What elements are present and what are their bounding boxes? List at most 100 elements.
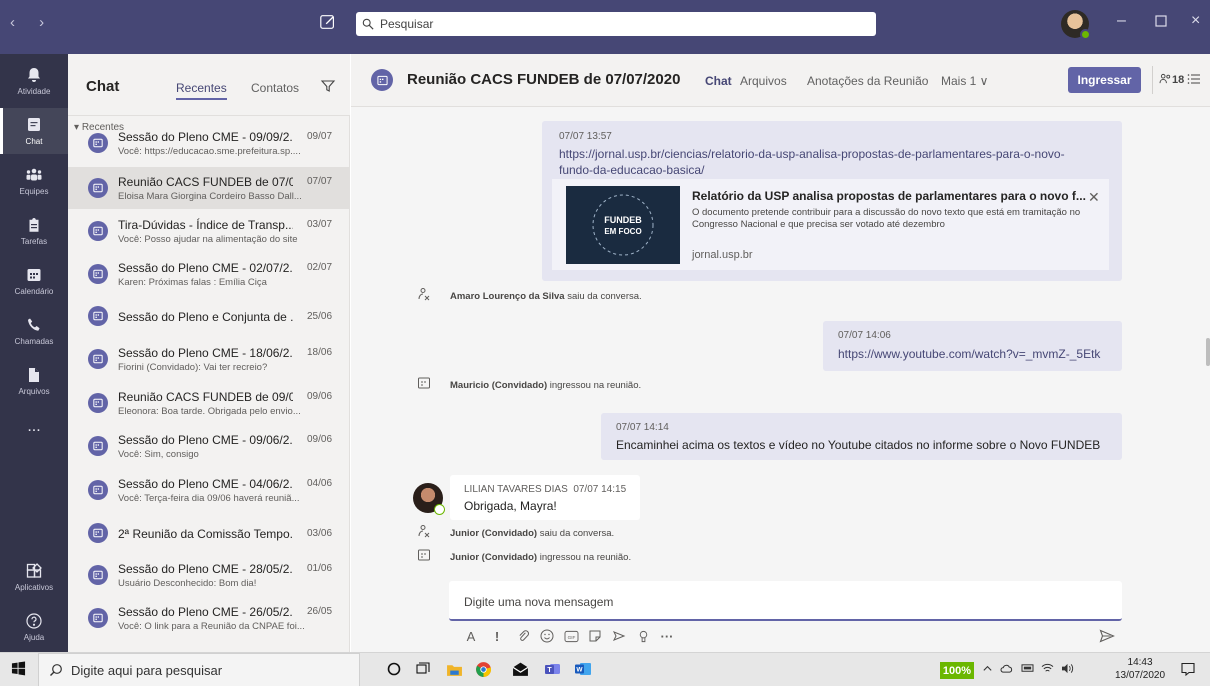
meeting-chat-icon xyxy=(88,436,108,456)
windows-taskbar: Digite aqui para pesquisar T W 100% 14:4… xyxy=(0,652,1210,686)
chat-list-item[interactable]: 2ª Reunião da Comissão Tempo... 03/06 xyxy=(68,512,350,554)
windows-start-icon[interactable] xyxy=(11,661,29,679)
card-image-text-1: FUNDEB xyxy=(604,215,642,225)
tab-meeting-notes[interactable]: Anotações da Reunião xyxy=(807,74,928,88)
message-bubble[interactable]: LILIAN TAVARES DIAS 07/07 14:15 Obrigada… xyxy=(450,475,640,520)
filter-icon[interactable] xyxy=(320,78,336,94)
system-tray-icons[interactable] xyxy=(982,663,1074,677)
rail-item-activity[interactable]: Atividade xyxy=(0,58,68,104)
taskbar-search-input[interactable]: Digite aqui para pesquisar xyxy=(38,653,360,686)
meeting-chat-icon xyxy=(88,133,108,153)
meet-now-icon[interactable] xyxy=(611,628,627,644)
chat-list-item[interactable]: Sessão do Pleno CME - 04/06/2... 04/06 Voc… xyxy=(68,469,350,511)
header-divider xyxy=(1152,66,1153,94)
praise-icon[interactable] xyxy=(635,628,651,644)
conversation-header: Reunião CACS FUNDEB de 07/07/2020 Chat A… xyxy=(351,54,1210,107)
chat-item-name: Sessão do Pleno CME - 18/06/2... xyxy=(118,346,293,360)
tab-recent[interactable]: Recentes xyxy=(176,81,227,100)
tab-files[interactable]: Arquivos xyxy=(740,74,787,88)
compose-icon[interactable] xyxy=(319,13,339,33)
attach-icon[interactable] xyxy=(515,628,531,644)
close-preview-icon[interactable]: ✕ xyxy=(1088,189,1100,206)
teams-taskbar-icon[interactable]: T xyxy=(544,661,562,679)
word-icon[interactable]: W xyxy=(574,661,592,679)
back-forward-icon[interactable]: ‹ › xyxy=(10,14,54,31)
message-link-cont[interactable]: fundo-da-educacao-basica/ xyxy=(559,163,704,177)
maximize-icon[interactable] xyxy=(1155,14,1167,32)
rail-label: Aplicativos xyxy=(14,583,54,592)
rail-item-calendar[interactable]: Calendário xyxy=(0,258,68,304)
join-button[interactable]: Ingressar xyxy=(1068,67,1141,93)
rail-item-teams[interactable]: Equipes xyxy=(0,158,68,204)
rail-more-icon[interactable]: ... xyxy=(0,404,68,450)
task-view-icon[interactable] xyxy=(415,661,433,679)
system-clock[interactable]: 14:43 13/07/2020 xyxy=(1115,656,1165,682)
svg-text:T: T xyxy=(547,667,552,674)
chat-item-date: 02/07 xyxy=(307,262,333,273)
chat-list-item[interactable]: Sessão do Pleno CME - 26/05/2... 26/05 Voc… xyxy=(68,597,350,639)
event-user: Junior (Convidado) xyxy=(450,528,538,539)
close-icon[interactable]: × xyxy=(1191,12,1200,30)
link-preview-card[interactable]: FUNDEB EM FOCO Relatório da USP analisa … xyxy=(552,179,1109,270)
message-input[interactable]: Digite uma nova mensagem xyxy=(449,581,1122,621)
search-input[interactable]: Pesquisar xyxy=(356,12,876,36)
profile-avatar[interactable] xyxy=(1061,10,1091,40)
help-icon xyxy=(26,613,42,629)
svg-text:W: W xyxy=(576,667,583,674)
participants-count: 18 xyxy=(1172,74,1185,86)
chat-list-item[interactable]: Sessão do Pleno CME - 09/09/2... 09/07 Voc… xyxy=(68,122,350,164)
rail-item-apps[interactable]: Aplicativos xyxy=(0,554,68,600)
tab-contacts[interactable]: Contatos xyxy=(251,81,299,95)
message-link[interactable]: https://www.youtube.com/watch?v=_mvmZ-_5… xyxy=(838,347,1100,361)
status-available-icon xyxy=(1080,29,1091,40)
tab-chat[interactable]: Chat xyxy=(705,74,732,88)
message-bubble[interactable]: 07/07 13:57 https://jornal.usp.br/cienci… xyxy=(542,121,1122,281)
chat-item-date: 09/06 xyxy=(307,391,333,402)
conversation-title: Reunião CACS FUNDEB de 07/07/2020 xyxy=(407,71,681,88)
chat-list-item[interactable]: Sessão do Pleno CME - 02/07/2... 02/07 Kar… xyxy=(68,253,350,295)
rail-item-files[interactable]: Arquivos xyxy=(0,358,68,404)
rail-label: Calendário xyxy=(14,287,54,296)
link-preview-title[interactable]: Relatório da USP analisa propostas de pa… xyxy=(692,189,1086,203)
message-timestamp: 07/07 14:06 xyxy=(838,330,891,341)
rail-item-tasks[interactable]: Tarefas xyxy=(0,208,68,254)
chat-list-item[interactable]: Sessão do Pleno CME - 09/06/2... 09/06 Voc… xyxy=(68,425,350,467)
message-input-placeholder: Digite uma nova mensagem xyxy=(464,595,614,609)
chrome-icon[interactable] xyxy=(475,661,493,679)
message-link[interactable]: https://jornal.usp.br/ciencias/relatorio… xyxy=(559,147,1065,161)
participants-button[interactable]: 18 xyxy=(1159,73,1184,86)
chat-list-item[interactable]: Sessão do Pleno CME - 28/05/2... 01/06 Usu… xyxy=(68,554,350,596)
file-explorer-icon[interactable] xyxy=(446,661,464,679)
chat-list-item[interactable]: Sessão do Pleno CME - 18/06/2... 18/06 Fio… xyxy=(68,338,350,380)
tab-more[interactable]: Mais 1 ∨ xyxy=(941,74,988,88)
send-icon[interactable] xyxy=(1099,628,1115,644)
message-bubble[interactable]: 07/07 14:06 https://www.youtube.com/watc… xyxy=(823,321,1122,371)
avatar[interactable] xyxy=(413,483,445,515)
chat-list-item[interactable]: Tira-Dúvidas - Índice de Transp... 03/07 V… xyxy=(68,210,350,252)
chat-item-preview: Você: Terça-feira dia 09/06 haverá reuni… xyxy=(118,493,300,504)
sticker-icon[interactable] xyxy=(587,628,603,644)
event-text: saiu da conversa. xyxy=(564,291,642,302)
rail-item-help[interactable]: Ajuda xyxy=(0,604,68,650)
message-bubble[interactable]: 07/07 14:14 Encaminhei acima os textos e… xyxy=(601,413,1122,460)
chat-list-item[interactable]: Sessão do Pleno e Conjunta de ... 25/06 xyxy=(68,295,350,337)
cortana-icon[interactable] xyxy=(386,661,404,679)
card-image-text-2: EM FOCO xyxy=(604,227,641,236)
chat-list-item[interactable]: Reunião CACS FUNDEB de 07/0... 07/07 Elois… xyxy=(68,167,350,209)
emoji-icon[interactable] xyxy=(539,628,555,644)
format-icon[interactable]: A xyxy=(463,628,479,644)
chat-list-item[interactable]: Reunião CACS FUNDEB de 09/0... 09/06 Eleon… xyxy=(68,382,350,424)
important-icon[interactable]: ! xyxy=(489,628,505,644)
rail-item-calls[interactable]: Chamadas xyxy=(0,308,68,354)
meeting-chat-icon xyxy=(88,480,108,500)
minimize-icon[interactable]: – xyxy=(1117,12,1126,30)
battery-badge[interactable]: 100% xyxy=(940,662,974,679)
rail-item-chat[interactable]: Chat xyxy=(0,108,68,154)
gif-icon[interactable]: GIF xyxy=(563,628,579,644)
more-options-icon[interactable]: ··· xyxy=(659,628,675,644)
mail-icon[interactable] xyxy=(512,661,530,679)
chat-item-date: 04/06 xyxy=(307,478,333,489)
scrollbar-thumb[interactable] xyxy=(1206,338,1210,366)
notifications-icon[interactable] xyxy=(1180,661,1198,679)
list-icon[interactable] xyxy=(1187,72,1201,86)
